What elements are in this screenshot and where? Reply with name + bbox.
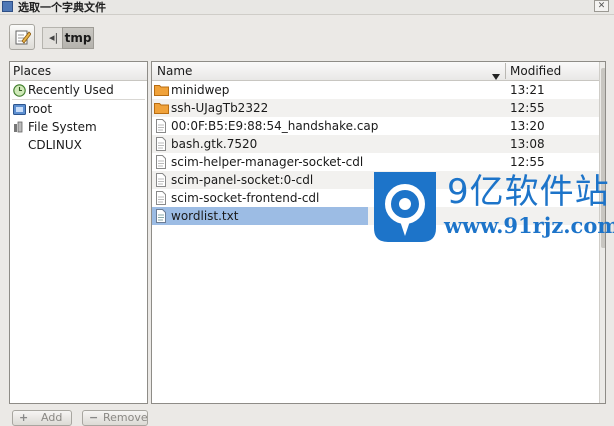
file-name: 00:0F:B5:E9:88:54_handshake.cap xyxy=(171,119,379,133)
place-item-cdlinux[interactable]: CDLINUX xyxy=(10,136,147,154)
file-name: ssh-UJagTb2322 xyxy=(171,101,269,115)
file-row-minidwep[interactable]: minidwep 13:21 xyxy=(152,81,599,99)
title-bar: 选取一个字典文件 ✕ xyxy=(0,0,614,15)
place-label: File System xyxy=(28,120,97,134)
file-row-handshake-cap[interactable]: 00:0F:B5:E9:88:54_handshake.cap 13:20 xyxy=(152,117,599,135)
watermark-url-text: www.91rjz.com xyxy=(444,213,614,238)
place-item-root[interactable]: root xyxy=(10,100,147,118)
file-modified: 13:08 xyxy=(510,137,545,151)
plus-icon: + xyxy=(19,411,29,424)
add-label: Add xyxy=(41,411,63,424)
file-modified: 12:55 xyxy=(510,101,545,115)
toolbar: ◂| tmp xyxy=(0,15,614,59)
brand-logo-icon xyxy=(374,172,436,242)
watermark: 9亿软件站 www.91rjz.com xyxy=(372,170,614,244)
place-label: CDLINUX xyxy=(28,138,82,152)
column-divider[interactable] xyxy=(505,63,506,79)
file-name: bash.gtk.7520 xyxy=(171,137,258,151)
edit-location-icon xyxy=(15,30,31,45)
file-row-bash-gtk[interactable]: bash.gtk.7520 13:08 xyxy=(152,135,599,153)
minus-icon: − xyxy=(89,411,99,424)
place-item-recently-used[interactable]: Recently Used xyxy=(10,81,147,99)
remove-label: Remove xyxy=(103,411,148,424)
file-modified: 13:21 xyxy=(510,83,545,97)
file-name: scim-socket-frontend-cdl xyxy=(171,191,320,205)
places-pane: Places Recently Used root File System CD… xyxy=(9,61,148,404)
add-bookmark-button[interactable]: + Add xyxy=(12,410,72,426)
column-headers: Name Modified xyxy=(152,62,599,81)
place-item-file-system[interactable]: File System xyxy=(10,118,147,136)
path-button-tmp[interactable]: tmp xyxy=(62,27,94,49)
path-back-glyph: ◂| xyxy=(49,31,59,44)
file-name: scim-panel-socket:0-cdl xyxy=(171,173,314,187)
text-file-icon xyxy=(154,209,167,228)
place-label: root xyxy=(28,102,53,116)
path-scroll-left-button[interactable]: ◂| xyxy=(42,27,62,49)
close-icon[interactable]: ✕ xyxy=(594,0,609,12)
watermark-brand-text: 9亿软件站 xyxy=(447,172,610,212)
file-row-scim-helper[interactable]: scim-helper-manager-socket-cdl 12:55 xyxy=(152,153,599,171)
file-modified: 13:20 xyxy=(510,119,545,133)
window-icon xyxy=(2,1,13,12)
file-row-ssh[interactable]: ssh-UJagTb2322 12:55 xyxy=(152,99,599,117)
file-modified: 12:55 xyxy=(510,155,545,169)
column-name-header[interactable]: Name xyxy=(157,64,192,78)
remove-bookmark-button[interactable]: − Remove xyxy=(82,410,148,426)
file-name: scim-helper-manager-socket-cdl xyxy=(171,155,364,169)
file-name: wordlist.txt xyxy=(171,209,239,223)
type-location-button[interactable] xyxy=(9,24,35,50)
window-title: 选取一个字典文件 xyxy=(18,1,106,14)
place-label: Recently Used xyxy=(28,83,114,97)
column-modified-header[interactable]: Modified xyxy=(510,64,561,78)
places-header[interactable]: Places xyxy=(10,62,147,81)
file-name: minidwep xyxy=(171,83,230,97)
